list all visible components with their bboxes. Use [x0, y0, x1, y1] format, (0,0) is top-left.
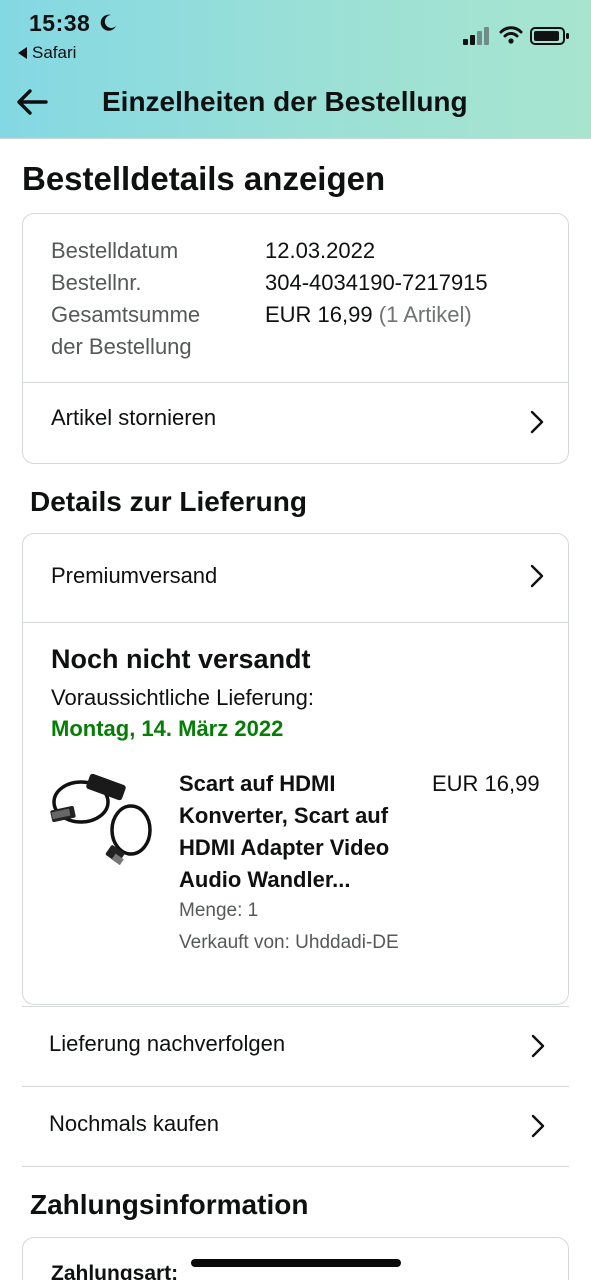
track-delivery-row[interactable]: Lieferung nachverfolgen — [22, 1006, 569, 1087]
product-title-line: HDMI Adapter Video — [179, 835, 390, 860]
chevron-right-icon — [531, 1034, 545, 1058]
chevron-right-icon — [530, 410, 544, 434]
order-number-label: Bestellnr. — [51, 270, 142, 295]
order-total-value-wrap: EUR 16,99 (1 Artikel) — [265, 299, 472, 331]
status-time: 15:38 — [29, 10, 91, 36]
header-title: Einzelheiten der Bestellung — [102, 86, 468, 117]
delivery-card: Premiumversand Noch nicht versandt Vorau… — [22, 533, 569, 1005]
moon-icon — [100, 14, 116, 31]
order-date-value: 12.03.2022 — [265, 238, 376, 263]
cancel-items-row[interactable]: Artikel stornieren — [23, 383, 568, 464]
battery-icon — [530, 27, 569, 45]
product-price: EUR 16,99 — [432, 771, 540, 796]
product-title[interactable]: Scart auf HDMI Konverter, Scart auf HDMI… — [179, 768, 424, 896]
cancel-items-label: Artikel stornieren — [51, 405, 217, 430]
product-seller: Verkauft von: Uhddadi-DE — [179, 932, 399, 953]
payment-section-title: Zahlungsinformation — [30, 1189, 309, 1220]
divider — [23, 622, 568, 623]
product-quantity: Menge: 1 — [179, 900, 259, 921]
product-title-line: Audio Wandler... — [179, 867, 351, 892]
home-indicator[interactable] — [191, 1259, 401, 1267]
track-delivery-label: Lieferung nachverfolgen — [49, 1031, 286, 1056]
product-title-line: Konverter, Scart auf — [179, 803, 389, 828]
divider — [22, 1166, 569, 1167]
order-info-card: Bestelldatum 12.03.2022 Bestellnr. 304-4… — [22, 213, 569, 464]
product-title-line: Scart auf HDMI — [179, 771, 336, 796]
app-header: 15:38 Safari Einzelheiten der Bestellung — [0, 0, 591, 139]
chevron-right-icon — [530, 564, 544, 588]
buy-again-label: Nochmals kaufen — [49, 1111, 219, 1136]
order-number-value: 304-4034190-7217915 — [265, 270, 488, 295]
expected-delivery-label: Voraussichtliche Lieferung: — [51, 685, 314, 710]
expected-delivery-date: Montag, 14. März 2022 — [51, 716, 284, 741]
delivery-section-title: Details zur Lieferung — [30, 486, 307, 517]
order-total-value: EUR 16,99 — [265, 302, 373, 327]
back-to-safari[interactable]: Safari — [18, 43, 76, 63]
shipping-method-row[interactable]: Premiumversand — [23, 534, 568, 622]
chevron-right-icon — [531, 1114, 545, 1138]
back-app-label: Safari — [32, 43, 77, 62]
shipment-status: Noch nicht versandt — [51, 644, 311, 674]
order-total-items: (1 Artikel) — [378, 302, 472, 327]
cellular-signal-icon — [463, 27, 489, 45]
back-arrow-icon[interactable] — [14, 86, 50, 118]
order-total-label-line2: der Bestellung — [51, 334, 192, 359]
payment-method-label: Zahlungsart: — [51, 1262, 179, 1280]
order-total-label-line1: Gesamtsumme — [51, 302, 201, 327]
page-title: Bestelldetails anzeigen — [22, 160, 386, 197]
order-date-label: Bestelldatum — [51, 238, 179, 263]
shipping-method-label: Premiumversand — [51, 563, 218, 588]
scart-hdmi-cable-image[interactable] — [49, 770, 157, 870]
back-triangle-icon — [18, 47, 27, 59]
buy-again-row[interactable]: Nochmals kaufen — [22, 1086, 569, 1167]
wifi-icon — [499, 26, 523, 44]
